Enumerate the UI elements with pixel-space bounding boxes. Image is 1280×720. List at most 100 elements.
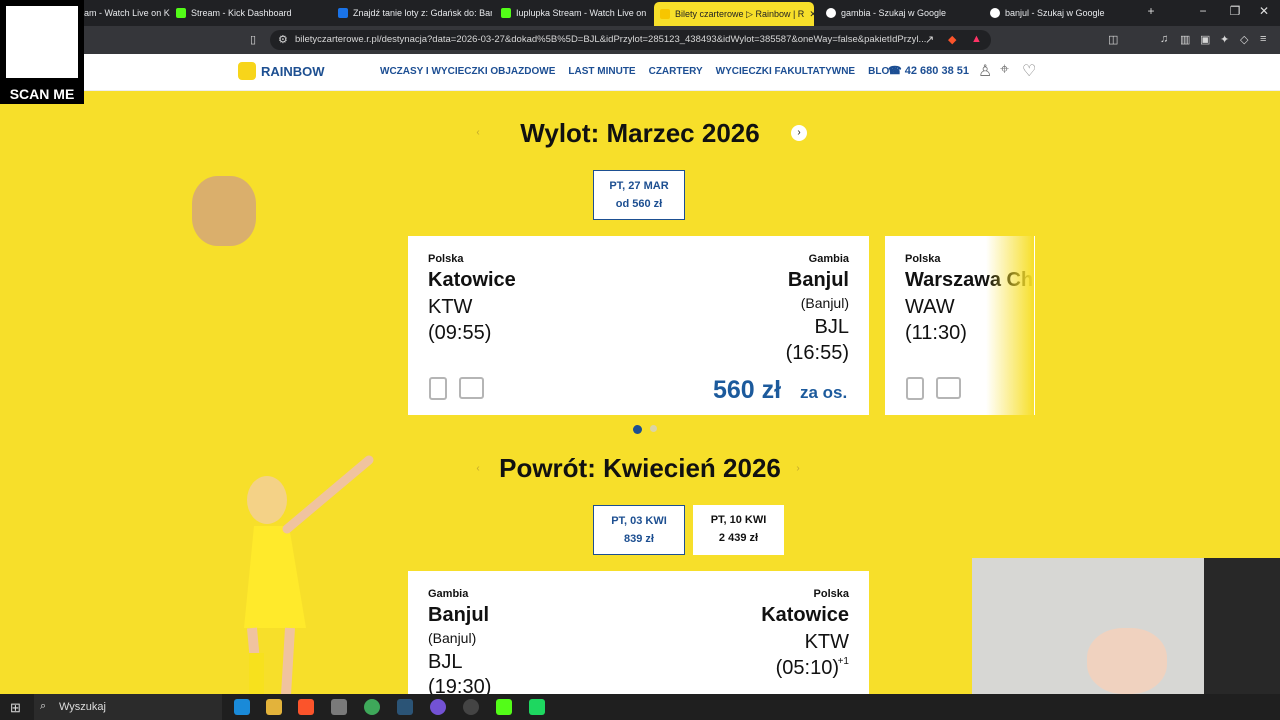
origin-city-alt: (Banjul) <box>428 630 477 646</box>
outbound-date-button[interactable]: PT, 27 MAR od 560 zł <box>593 170 685 220</box>
tab-kick-stream[interactable]: Iuplupka Stream - Watch Live on Kic <box>495 4 647 22</box>
destination-city: Banjul <box>787 269 849 291</box>
address-bar[interactable]: biletyczarterowe.r.pl/destynacja?data=20… <box>270 30 991 50</box>
carousel-fade <box>986 236 1034 415</box>
destination-city-alt: (Banjul) <box>800 295 849 311</box>
date-label: PT, 03 KWI <box>611 515 667 527</box>
cabin-bag-icon <box>906 377 924 400</box>
qr-code-icon <box>6 6 78 78</box>
next-month-icon[interactable]: › <box>791 125 807 141</box>
nav-excursions[interactable]: WYCIECZKI FAKULTATYWNE <box>716 66 855 77</box>
next-month-icon[interactable]: › <box>790 461 806 477</box>
restore-icon[interactable]: ❐ <box>1226 4 1244 18</box>
destination-code: BJL <box>814 316 849 338</box>
tab-label: Iuplupka Stream - Watch Live on Kic <box>516 8 647 18</box>
windows-taskbar: ⊞ ⌕ Wyszukaj <box>0 694 1280 720</box>
site-header: RAINBOW WCZASY I WYCIECZKI OBJAZDOWE LAS… <box>0 54 1280 91</box>
tab-label: banjul - Szukaj w Google <box>1005 8 1105 18</box>
rainbow-logo-icon <box>238 62 256 80</box>
new-tab-icon[interactable]: + <box>1142 4 1160 18</box>
outbound-flight-card[interactable]: Polska Katowice KTW (09:55) Gambia Banju… <box>408 236 869 415</box>
close-icon[interactable]: ✕ <box>809 9 814 20</box>
location-icon[interactable]: ⌖ <box>1000 61 1009 79</box>
return-flight-card[interactable]: Gambia Banjul (Banjul) BJL (19:30) Polsk… <box>408 571 869 694</box>
kick-icon[interactable] <box>496 699 512 715</box>
rainbow-icon <box>660 9 670 19</box>
tab-rainbow[interactable]: Bilety czarterowe ▷ Rainbow | R ✕ <box>654 2 814 26</box>
google-icon <box>826 8 836 18</box>
windows-start-icon[interactable]: ⊞ <box>10 700 21 716</box>
date-price: od 560 zł <box>615 198 663 210</box>
discord-icon[interactable] <box>430 699 446 715</box>
extensions-icon[interactable]: ◫ <box>1108 33 1118 46</box>
carousel-dot-active[interactable] <box>633 425 642 434</box>
main-navigation: WCZASY I WYCIECZKI OBJAZDOWE LAST MINUTE… <box>380 66 897 77</box>
tab-kick-dashboard[interactable]: Stream - Kick Dashboard <box>170 4 330 22</box>
date-label: PT, 27 MAR <box>609 180 669 192</box>
woman-pointing-icon <box>244 455 374 695</box>
obs-icon[interactable] <box>463 699 479 715</box>
ai-icon[interactable]: ✦ <box>1220 33 1229 46</box>
google-icon <box>990 8 1000 18</box>
nav-holidays[interactable]: WCZASY I WYCIECZKI OBJAZDOWE <box>380 66 555 77</box>
tab-kick-watch[interactable]: am - Watch Live on K <box>78 4 170 22</box>
kick-icon <box>501 8 511 18</box>
music-icon[interactable]: ♫ <box>1160 33 1168 45</box>
minimize-icon[interactable]: − <box>1194 4 1212 18</box>
cabin-bag-icon <box>429 377 447 400</box>
heart-icon[interactable]: ♡ <box>1022 61 1036 81</box>
tab-flight-search[interactable]: Znajdź tanie loty z: Gdańsk do: Bangk <box>332 4 492 22</box>
origin-country: Polska <box>428 253 464 265</box>
search-label: Wyszukaj <box>59 701 106 713</box>
outbound-title: Wylot: Marzec 2026 <box>520 118 760 148</box>
brave-shield-icon[interactable]: ◆ <box>948 33 956 46</box>
scan-me-label: SCAN ME <box>9 86 75 102</box>
rainbow-logo[interactable]: RAINBOW <box>238 62 325 80</box>
tab-label: gambia - Szukaj w Google <box>841 8 947 18</box>
tab-label: Bilety czarterowe ▷ Rainbow | R <box>675 8 805 19</box>
phone-icon: ☎ <box>888 65 905 77</box>
tab-label: Stream - Kick Dashboard <box>191 8 292 18</box>
destination-city: Katowice <box>761 604 849 626</box>
menu-icon[interactable]: ≡ <box>1260 33 1266 45</box>
brave-rewards-icon[interactable]: ▲ <box>971 33 982 45</box>
app-icon[interactable] <box>529 699 545 715</box>
tab-google-banjul[interactable]: banjul - Szukaj w Google <box>984 4 1144 22</box>
sidebar-icon[interactable]: ▥ <box>1180 33 1190 46</box>
brave-icon[interactable] <box>298 699 314 715</box>
kick-icon <box>176 8 186 18</box>
previous-month-icon[interactable]: ‹ <box>470 125 486 141</box>
site-info-icon[interactable]: ⚙ <box>278 33 288 46</box>
date-price: 839 zł <box>624 533 654 545</box>
qr-code-overlay: SCAN ME <box>0 0 84 104</box>
chrome-icon[interactable] <box>364 699 380 715</box>
bookmark-icon[interactable]: ▯ <box>250 33 256 46</box>
file-explorer-icon[interactable] <box>266 699 282 715</box>
return-date-button-selected[interactable]: PT, 03 KWI 839 zł <box>593 505 685 555</box>
edge-icon[interactable] <box>234 699 250 715</box>
user-icon[interactable]: ♙ <box>978 61 992 81</box>
hamster-icon <box>192 176 256 246</box>
departure-time: (11:30) <box>905 322 967 344</box>
steam-icon[interactable] <box>397 699 413 715</box>
wallet-icon[interactable]: ▣ <box>1200 33 1210 46</box>
browser-toolbar: ▯ biletyczarterowe.r.pl/destynacja?data=… <box>0 26 1280 54</box>
arrival-time: (16:55) <box>785 342 849 364</box>
destination-country: Polska <box>813 588 849 600</box>
app-icon[interactable] <box>331 699 347 715</box>
destination-code: KTW <box>804 631 849 653</box>
taskbar-search[interactable]: ⌕ Wyszukaj <box>34 694 222 720</box>
tab-google-gambia[interactable]: gambia - Szukaj w Google <box>820 4 980 22</box>
phone-number[interactable]: ☎ 42 680 38 51 <box>888 64 969 77</box>
share-icon[interactable]: ↗ <box>925 33 934 46</box>
vpn-icon[interactable]: ◇ <box>1240 33 1248 46</box>
carousel-dot[interactable] <box>650 425 657 432</box>
return-date-button[interactable]: PT, 10 KWI 2 439 zł <box>693 505 784 555</box>
window-close-icon[interactable]: ✕ <box>1255 4 1273 18</box>
person-icon <box>1087 628 1167 694</box>
previous-month-icon[interactable]: ‹ <box>470 461 486 477</box>
nav-last-minute[interactable]: LAST MINUTE <box>568 66 635 77</box>
chair-icon <box>1204 558 1280 694</box>
next-day-marker: +1 <box>837 656 849 667</box>
nav-charters[interactable]: CZARTERY <box>649 66 703 77</box>
